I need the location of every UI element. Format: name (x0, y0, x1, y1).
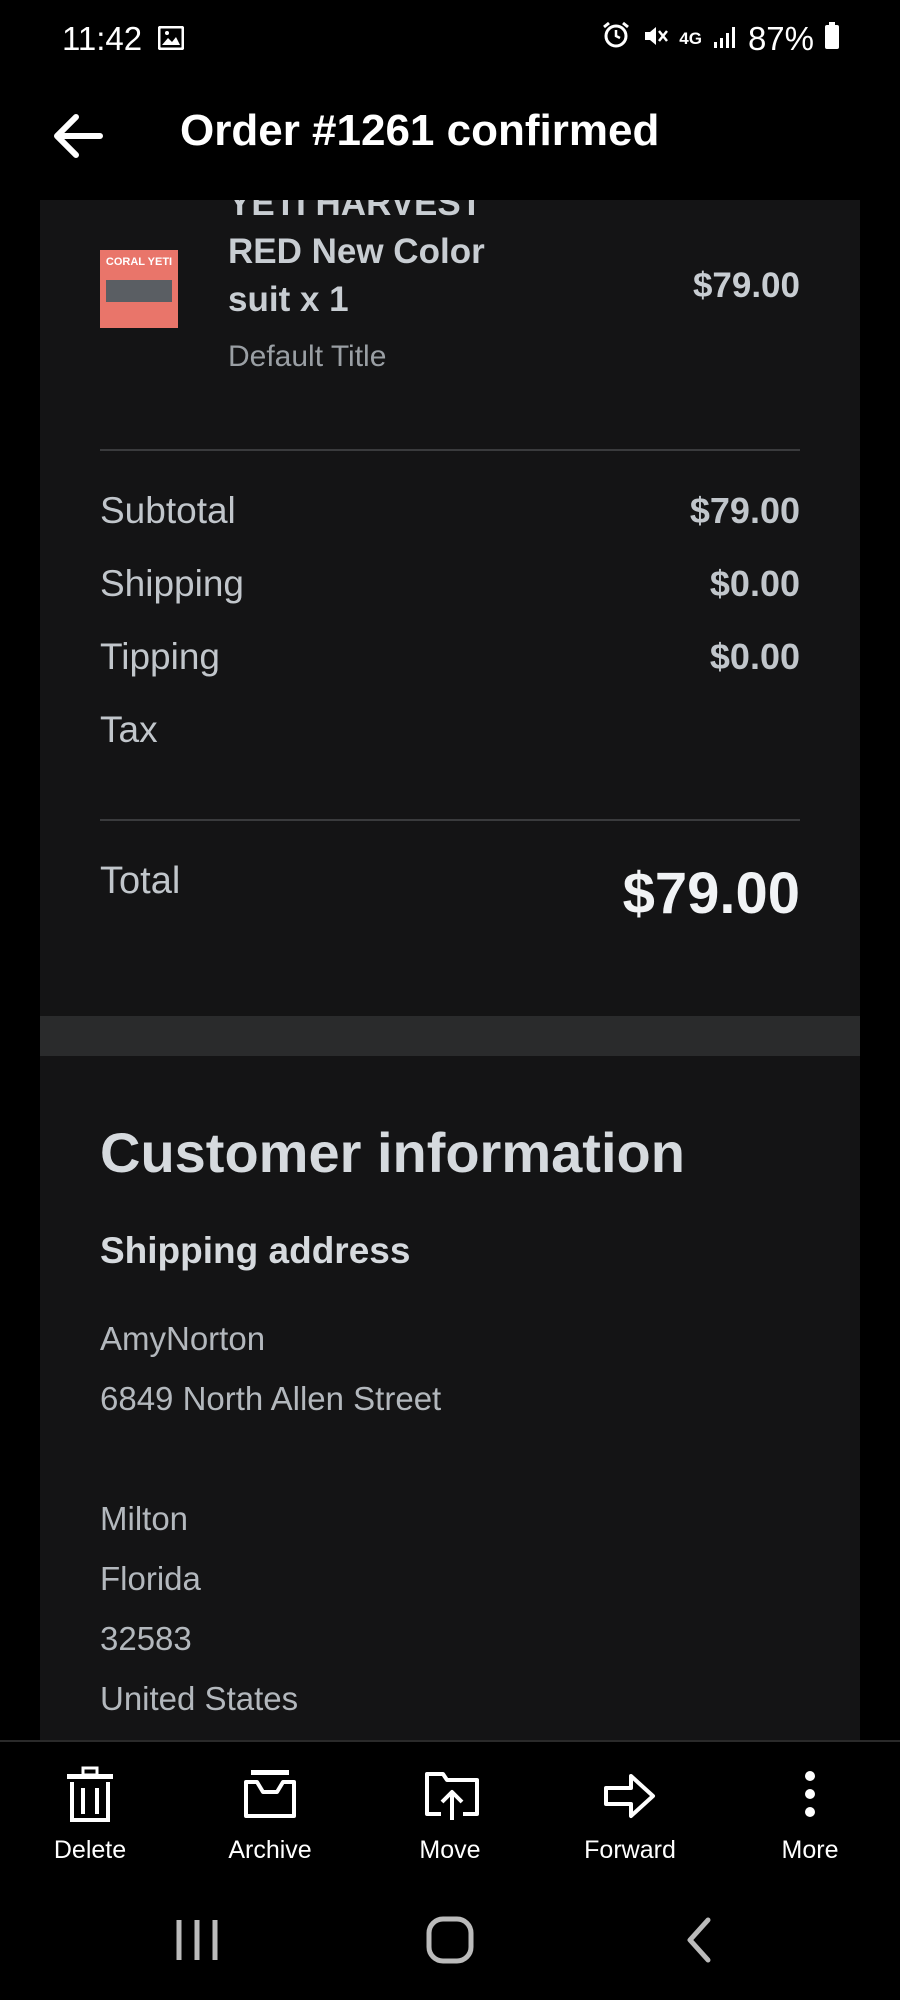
back-arrow-icon[interactable] (48, 106, 108, 166)
archive-label: Archive (228, 1836, 312, 1864)
page-title: Order #1261 confirmed (180, 106, 660, 155)
total-value: $79.00 (622, 861, 800, 926)
trash-icon (67, 1766, 113, 1822)
top-app-bar: Order #1261 confirmed (0, 80, 900, 200)
status-bar: 11:42 4G 87% (0, 0, 900, 80)
address-country: United States (100, 1680, 299, 1717)
move-label: Move (419, 1836, 481, 1864)
status-icons: 4G 87% (601, 20, 840, 58)
mute-icon (641, 20, 669, 58)
divider (100, 819, 800, 821)
more-label: More (781, 1836, 839, 1864)
tax-row: Tax (100, 709, 800, 759)
system-back-icon[interactable] (670, 1910, 730, 1970)
subtotal-row: Subtotal $79.00 (100, 490, 800, 540)
battery-icon (824, 20, 840, 58)
more-vertical-icon (805, 1771, 815, 1817)
tipping-value: $0.00 (709, 636, 800, 677)
move-button[interactable]: Move (360, 1742, 540, 1880)
tipping-label: Tipping (100, 636, 220, 677)
move-icon (425, 1772, 479, 1820)
shipping-row: Shipping $0.00 (100, 563, 800, 613)
archive-button[interactable]: Archive (180, 1742, 360, 1880)
image-notification-icon (157, 25, 185, 55)
total-label: Total (100, 860, 181, 902)
delete-label: Delete (53, 1836, 127, 1864)
battery-percent: 87% (747, 20, 814, 57)
forward-label: Forward (584, 1836, 676, 1864)
alarm-icon (601, 20, 631, 58)
shipping-label: Shipping (100, 563, 245, 604)
forward-icon (604, 1774, 655, 1818)
signal-icon (712, 20, 738, 58)
email-action-bar: Delete Archive Move Forward More (0, 1740, 900, 1882)
status-time: 11:42 (62, 20, 143, 57)
delete-button[interactable]: Delete (0, 1742, 180, 1880)
address-name: AmyNorton (100, 1320, 266, 1357)
product-variant: Default Title (228, 340, 387, 373)
shipping-address-heading: Shipping address (100, 1230, 411, 1271)
product-price: $79.00 (692, 266, 800, 305)
product-name-line: RED New Color (228, 232, 485, 271)
tax-label: Tax (100, 709, 158, 750)
order-card: CORAL YETI YETI HARVEST RED New Color su… (40, 200, 860, 1740)
network-type: 4G (679, 29, 702, 48)
tipping-row: Tipping $0.00 (100, 636, 800, 686)
thumbnail-label: CORAL YETI (105, 256, 173, 268)
product-name-line: suit x 1 (228, 280, 349, 319)
shipping-value: $0.00 (709, 563, 800, 604)
address-zip: 32583 (100, 1620, 192, 1657)
address-state: Florida (100, 1560, 201, 1597)
product-name-line: YETI HARVEST (228, 200, 483, 223)
product-name[interactable]: YETI HARVEST RED New Color suit x 1 (228, 200, 548, 324)
address-city: Milton (100, 1500, 189, 1537)
subtotal-label: Subtotal (100, 490, 236, 531)
home-icon[interactable] (420, 1910, 480, 1970)
archive-icon (244, 1770, 296, 1818)
thumbnail-graphic (106, 280, 172, 302)
more-button[interactable]: More (720, 1742, 900, 1880)
customer-info-heading: Customer information (100, 1121, 685, 1184)
address-street: 6849 North Allen Street (100, 1380, 442, 1417)
product-thumbnail[interactable]: CORAL YETI (100, 250, 178, 328)
section-separator (40, 1016, 860, 1056)
system-nav-bar (0, 1880, 900, 2000)
forward-button[interactable]: Forward (540, 1742, 720, 1880)
divider (100, 449, 800, 451)
recent-apps-icon[interactable] (167, 1910, 227, 1970)
subtotal-value: $79.00 (689, 490, 800, 531)
